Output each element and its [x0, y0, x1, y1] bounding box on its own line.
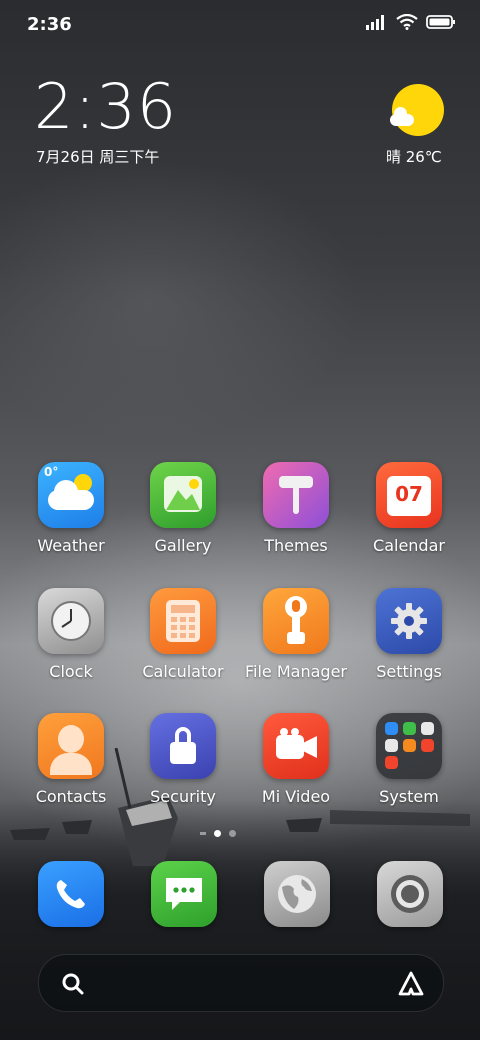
weather-widget-text: 晴 26℃ [386, 148, 442, 166]
calculator-icon [150, 588, 216, 654]
camera-icon [391, 875, 429, 913]
folder-icon [376, 713, 442, 779]
app-file-manager[interactable]: File Manager [241, 588, 351, 681]
app-label: Themes [264, 536, 328, 555]
app-label: Clock [49, 662, 93, 681]
battery-icon [426, 15, 455, 29]
wallpaper-boats [10, 810, 470, 840]
search-icon[interactable] [61, 972, 85, 996]
page-indicator-feed[interactable] [200, 832, 206, 835]
status-bar: 2:36 [0, 0, 480, 50]
app-label: Weather [37, 536, 105, 555]
app-system-folder[interactable]: System [354, 713, 464, 806]
dock-messages[interactable] [151, 861, 217, 927]
signal-icon [366, 15, 384, 30]
contacts-icon [38, 713, 104, 779]
messages-icon [166, 878, 202, 910]
clock-widget-time[interactable]: 2:36 [34, 72, 177, 142]
dock-phone[interactable] [38, 861, 104, 927]
app-security[interactable]: Security [128, 713, 238, 806]
clock-icon [38, 588, 104, 654]
app-label: Calendar [373, 536, 445, 555]
app-weather[interactable]: 0° Weather [16, 462, 126, 555]
page-indicator-dot-current[interactable] [214, 830, 221, 837]
page-indicator-dot[interactable] [229, 830, 236, 837]
dock-camera[interactable] [377, 861, 443, 927]
app-gallery[interactable]: Gallery [128, 462, 238, 555]
app-label: Calculator [142, 662, 224, 681]
themes-icon [263, 462, 329, 528]
calendar-icon: 07 [376, 462, 442, 528]
app-mi-video[interactable]: Mi Video [241, 713, 351, 806]
video-icon [263, 713, 329, 779]
app-label: System [379, 787, 439, 806]
assistant-icon[interactable] [397, 970, 425, 998]
app-clock[interactable]: Clock [16, 588, 126, 681]
security-icon [150, 713, 216, 779]
browser-icon [278, 875, 316, 913]
app-label: Gallery [154, 536, 212, 555]
file-manager-icon [263, 588, 329, 654]
phone-icon [56, 880, 85, 909]
weather-icon: 0° [38, 462, 104, 528]
app-themes[interactable]: Themes [241, 462, 351, 555]
weather-widget[interactable]: 晴 26℃ [380, 80, 460, 170]
wifi-icon [396, 14, 418, 30]
search-bar[interactable] [38, 954, 444, 1012]
settings-icon [376, 588, 442, 654]
app-label: Mi Video [261, 787, 331, 806]
clock-widget-date[interactable]: 7月26日 周三下午 [36, 146, 159, 167]
gallery-icon [150, 462, 216, 528]
app-label: File Manager [245, 662, 347, 681]
page-indicator[interactable] [200, 830, 236, 837]
app-calendar[interactable]: 07 Calendar [354, 462, 464, 555]
app-settings[interactable]: Settings [354, 588, 464, 681]
app-contacts[interactable]: Contacts [16, 713, 126, 806]
app-label: Contacts [35, 787, 107, 806]
calendar-day: 07 [395, 482, 423, 506]
status-icons [366, 14, 456, 30]
dock-browser[interactable] [264, 861, 330, 927]
status-time: 2:36 [27, 14, 72, 35]
app-label: Settings [376, 662, 442, 681]
app-label: Security [150, 787, 216, 806]
app-calculator[interactable]: Calculator [128, 588, 238, 681]
